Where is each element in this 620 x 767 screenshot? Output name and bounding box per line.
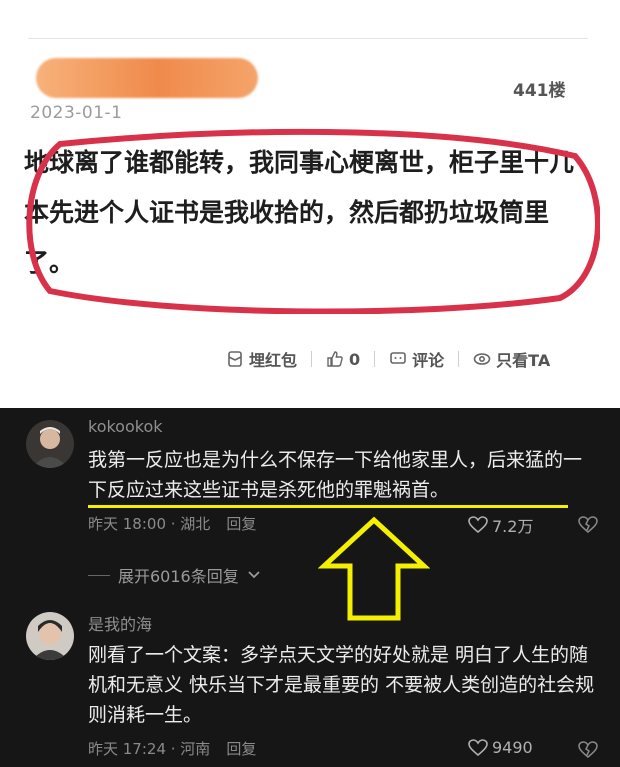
- avatar[interactable]: [26, 420, 74, 468]
- red-packet-icon: [228, 351, 242, 367]
- like-count: 7.2万: [492, 517, 534, 536]
- divider: [311, 351, 313, 367]
- divider: [458, 351, 460, 367]
- like-count: 0: [349, 349, 361, 369]
- comment-icon: [390, 352, 406, 364]
- eye-icon: [473, 353, 491, 365]
- dislike-icon[interactable]: [578, 739, 598, 759]
- yellow-underline-annotation: [88, 505, 568, 508]
- comment-text: 我第一反应也是为什么不保存一下给他家里人，后来猛的一下反应过来这些证书是杀死他的…: [88, 449, 583, 501]
- divider: [374, 351, 376, 367]
- comment-like-button[interactable]: 7.2万: [468, 513, 533, 537]
- avatar-image: [26, 420, 74, 468]
- red-packet-button[interactable]: 埋红包: [226, 347, 297, 371]
- reply-button[interactable]: 回复: [226, 513, 256, 534]
- like-count: 9490: [492, 738, 533, 757]
- only-view-ta-label: 只看TA: [496, 351, 551, 370]
- avatar[interactable]: [26, 612, 74, 660]
- comment-label: 评论: [412, 351, 445, 370]
- post-action-bar: 埋红包 0 评论 只看TA: [226, 346, 590, 372]
- heart-icon: [468, 738, 488, 756]
- yellow-arrow-annotation: [318, 516, 430, 621]
- comment-username[interactable]: 是我的海: [88, 611, 152, 635]
- comment-button[interactable]: 评论: [389, 347, 444, 371]
- expand-replies-label: 展开6016条回复: [118, 567, 239, 586]
- heart-icon: [468, 516, 488, 534]
- chevron-down-icon: [248, 571, 260, 579]
- comment-like-button[interactable]: 9490: [468, 738, 533, 757]
- avatar-image: [26, 612, 74, 660]
- expand-replies-button[interactable]: 展开6016条回复: [88, 563, 261, 587]
- post-date: 2023-01-1: [30, 103, 123, 123]
- comment-meta: 昨天 17:24 · 河南 回复: [88, 738, 256, 759]
- divider: [88, 574, 110, 576]
- red-packet-label: 埋红包: [249, 351, 298, 370]
- dislike-icon[interactable]: [578, 514, 598, 534]
- reply-button[interactable]: 回复: [226, 738, 256, 759]
- comment-username[interactable]: kokookok: [88, 417, 163, 436]
- comment-time: 昨天 17:24 · 河南: [88, 740, 211, 758]
- redacted-username: [36, 58, 258, 98]
- comment-meta: 昨天 18:00 · 湖北 回复: [88, 513, 256, 534]
- floor-number: 441楼: [513, 81, 566, 101]
- comment-text: 刚看了一个文案：多学点天文学的好处就是 明白了人生的随机和无意义 快乐当下才是最…: [88, 644, 595, 726]
- comment-time: 昨天 18:00 · 湖北: [88, 515, 211, 533]
- thumbs-up-icon: [327, 351, 343, 367]
- only-view-ta-button[interactable]: 只看TA: [473, 347, 550, 371]
- post-text: 地球离了谁都能转，我同事心梗离世，柜子里十几本先进个人证书是我收拾的，然后都扔垃…: [24, 148, 575, 277]
- like-button[interactable]: 0: [326, 350, 360, 369]
- forum-post-panel: 2023-01-1 441楼 地球离了谁都能转，我同事心梗离世，柜子里十几本先进…: [0, 0, 620, 395]
- comment-section: kokookok 我第一反应也是为什么不保存一下给他家里人，后来猛的一下反应过来…: [0, 408, 620, 767]
